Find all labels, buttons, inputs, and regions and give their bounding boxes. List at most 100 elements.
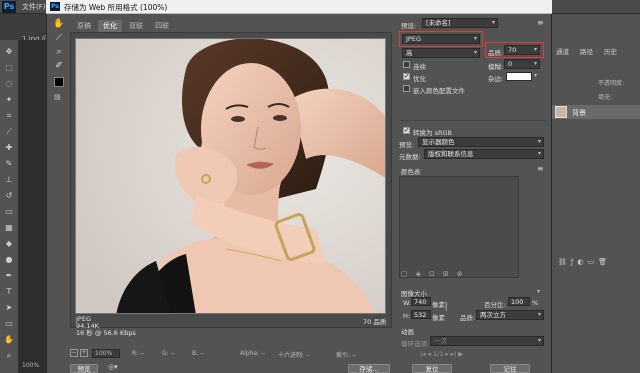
mask-icon[interactable]: ◐ <box>577 258 587 266</box>
blur-input[interactable]: 0 <box>504 59 540 69</box>
tab-4up[interactable]: 四联 <box>150 20 174 32</box>
reset-button[interactable]: 复位 <box>412 364 452 373</box>
first-frame-icon[interactable]: |◂ <box>420 350 425 358</box>
convert-srgb-checkbox[interactable] <box>403 126 410 134</box>
trash-icon[interactable]: 🗑 <box>598 258 611 266</box>
readout-b: B: -- <box>192 350 205 357</box>
shape-tool-icon[interactable]: ▭ <box>3 318 15 329</box>
loop-select[interactable]: 一次 <box>430 336 544 346</box>
new-color-icon[interactable]: ⊞ <box>443 270 457 278</box>
history-brush-icon[interactable]: ↺ <box>3 190 15 201</box>
height-input[interactable]: 532 <box>411 310 431 319</box>
marquee-tool-icon[interactable]: ⬚ <box>3 62 15 73</box>
metadata-select[interactable]: 版权和联系信息 <box>424 149 544 159</box>
layer-name: 背景 <box>572 109 586 117</box>
zoom-tool-icon[interactable]: ⌕ <box>53 46 65 58</box>
zoom-in-button[interactable]: + <box>80 349 88 357</box>
eyedropper-color-swatch[interactable] <box>54 77 64 87</box>
bottom-status-bar: − + 100% R: -- G: -- B: -- Alpha: -- 十六进… <box>70 349 392 359</box>
preview-button[interactable]: 预览 <box>70 364 98 373</box>
frame-nav: |◂ ◂ 1/1 ▸ ▸| ▶ <box>420 350 463 358</box>
stamp-tool-icon[interactable]: ⊥ <box>3 174 15 185</box>
move-tool-icon[interactable]: ✥ <box>3 46 15 57</box>
progressive-checkbox[interactable] <box>403 61 410 68</box>
delete-color-icon[interactable]: ⊗ <box>457 270 471 278</box>
layer-actions: ⛓ƒ◐▭🗑 <box>558 258 638 268</box>
slice-select-icon[interactable]: ⟋ <box>53 32 65 44</box>
brush-tool-icon[interactable]: ✎ <box>3 158 15 169</box>
compression-select[interactable]: 高 <box>402 48 480 58</box>
canvas-background <box>18 40 46 373</box>
prev-frame-icon[interactable]: ◂ <box>428 350 431 358</box>
opacity-label: 不透明度: <box>598 80 625 87</box>
preview-image[interactable] <box>75 38 386 314</box>
format-highlight <box>399 31 483 47</box>
type-tool-icon[interactable]: T <box>3 286 15 297</box>
color-table-label: 颜色表 <box>401 168 421 176</box>
eraser-tool-icon[interactable]: ▭ <box>3 206 15 217</box>
tab-paths[interactable]: 路径 <box>580 46 593 56</box>
hand-tool-icon[interactable]: ✋ <box>3 334 15 345</box>
preset-select[interactable]: [未命名] <box>422 18 498 28</box>
zoom-out-button[interactable]: − <box>70 349 78 357</box>
slice-visibility-icon[interactable]: ▤ <box>54 93 64 101</box>
link-icon[interactable]: ⛓ <box>558 258 571 266</box>
gradient-tool-icon[interactable]: ▦ <box>3 222 15 233</box>
menu-file[interactable]: 文件(F) <box>22 2 46 12</box>
tab-history[interactable]: 历史 <box>604 46 617 56</box>
healing-tool-icon[interactable]: ✚ <box>3 142 15 153</box>
divider <box>400 120 546 121</box>
embed-profile-label: 嵌入颜色配置文件 <box>413 87 465 95</box>
metadata-label: 元数据: <box>399 153 421 161</box>
save-button[interactable]: 存储... <box>348 364 390 373</box>
link-dimensions-icon[interactable]: ⦚ <box>445 300 448 314</box>
tab-optimized[interactable]: 优化 <box>98 20 122 32</box>
readout-r: R: -- <box>132 350 145 357</box>
portrait-photo <box>76 39 385 313</box>
color-table-menu-icon[interactable]: ≡ <box>537 164 544 173</box>
optimized-checkbox[interactable] <box>403 72 410 80</box>
play-icon[interactable]: ▶ <box>458 350 463 358</box>
eyedropper-tool-icon[interactable]: ⟋ <box>3 126 15 137</box>
tab-2up[interactable]: 双联 <box>124 20 148 32</box>
path-select-icon[interactable]: ➤ <box>3 302 15 313</box>
pen-tool-icon[interactable]: ✒ <box>3 270 15 281</box>
zoom-tool-icon[interactable]: ⌕ <box>3 350 15 361</box>
lock-color-icon[interactable]: ⊡ <box>429 270 443 278</box>
next-frame-icon[interactable]: ▸ <box>445 350 448 358</box>
zoom-select[interactable]: 100% <box>92 349 120 358</box>
width-label: W: <box>403 299 412 307</box>
preview-color-select[interactable]: 显示器颜色 <box>418 137 544 147</box>
loop-label: 循环选项: <box>401 340 430 348</box>
resample-label: 品质: <box>460 314 476 322</box>
map-transparent-icon[interactable]: ▢ <box>401 270 416 278</box>
dialog-title: 存储为 Web 所用格式 (100%) <box>64 3 168 12</box>
quality-highlight <box>485 42 544 58</box>
preset-label: 预设: <box>401 22 417 30</box>
resample-select[interactable]: 两次立方 <box>476 310 544 320</box>
width-input[interactable]: 740 <box>411 297 431 306</box>
eyedropper-tool-icon[interactable]: ✐ <box>53 60 65 72</box>
remember-button[interactable]: 记住 <box>490 364 530 373</box>
last-frame-icon[interactable]: ▸| <box>451 350 456 358</box>
crop-tool-icon[interactable]: ⌗ <box>3 110 15 121</box>
blur-tool-icon[interactable]: ◆ <box>3 238 15 249</box>
preset-menu-icon[interactable]: ≡ <box>537 18 547 28</box>
hand-tool-icon[interactable]: ✋ <box>53 18 65 30</box>
frame-counter: 1/1 <box>432 350 444 358</box>
dodge-tool-icon[interactable]: ● <box>3 254 15 265</box>
image-size-toggle-icon[interactable]: ▾ <box>537 288 540 295</box>
lasso-tool-icon[interactable]: ◌ <box>3 78 15 89</box>
browser-icon[interactable]: ◎▾ <box>108 363 126 373</box>
magic-wand-tool-icon[interactable]: ✦ <box>3 94 15 105</box>
embed-profile-checkbox[interactable] <box>403 85 410 92</box>
matte-dropdown-icon[interactable]: ▾ <box>534 72 537 79</box>
matte-color-swatch[interactable] <box>506 72 532 81</box>
layers-panel <box>552 14 640 373</box>
tab-original[interactable]: 原稿 <box>72 20 96 32</box>
height-unit: 像素 <box>432 314 445 322</box>
tab-channels[interactable]: 通道 <box>556 46 569 56</box>
web-shift-icon[interactable]: ◈ <box>416 270 429 278</box>
folder-icon[interactable]: ▭ <box>587 258 598 266</box>
percent-input[interactable]: 100 <box>508 297 530 306</box>
